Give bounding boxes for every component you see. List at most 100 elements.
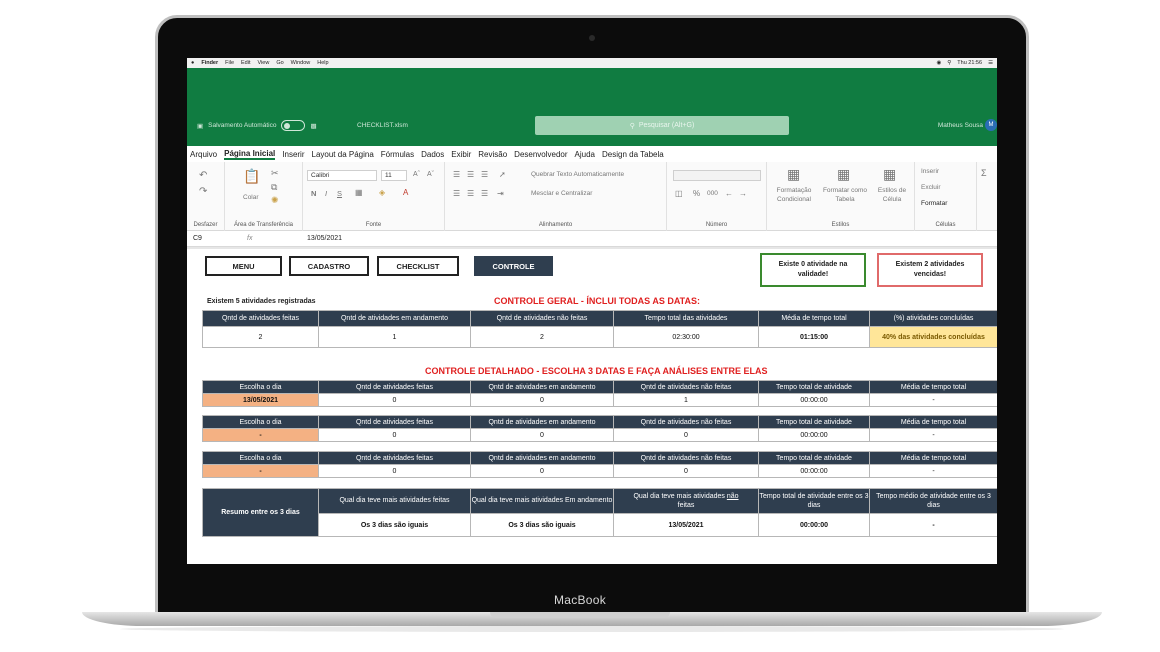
copy-icon[interactable]: ⧉ bbox=[271, 182, 277, 193]
tab-pagina-inicial[interactable]: Página Inicial bbox=[224, 149, 276, 160]
table-cell[interactable]: 00:00:00 bbox=[758, 393, 870, 407]
name-box[interactable]: C9 bbox=[187, 235, 247, 242]
summary-value-most-progress[interactable]: Os 3 dias são iguais bbox=[470, 513, 614, 537]
format-table-icon[interactable]: ▦ bbox=[837, 166, 850, 183]
tab-ajuda[interactable]: Ajuda bbox=[575, 150, 595, 159]
save-icon[interactable]: ▣ bbox=[197, 122, 203, 130]
percent-icon[interactable]: % bbox=[693, 189, 700, 198]
table-cell[interactable]: 00:00:00 bbox=[758, 464, 870, 478]
tab-design-tabela[interactable]: Design da Tabela bbox=[602, 150, 664, 159]
avatar[interactable]: M bbox=[985, 119, 997, 131]
comma-style-icon[interactable]: 000 bbox=[707, 190, 718, 197]
align-top-icon[interactable]: ☰ bbox=[453, 170, 460, 179]
align-middle-icon[interactable]: ☰ bbox=[467, 170, 474, 179]
align-right-icon[interactable]: ☰ bbox=[481, 189, 488, 198]
menubar-item-help[interactable]: Help bbox=[317, 60, 328, 66]
align-left-icon[interactable]: ☰ bbox=[453, 189, 460, 198]
cell-styles-icon[interactable]: ▦ bbox=[883, 166, 896, 183]
tab-inserir[interactable]: Inserir bbox=[282, 150, 304, 159]
currency-icon[interactable]: ◫ bbox=[675, 189, 683, 198]
search-input[interactable]: ⚲ Pesquisar (Alt+G) bbox=[535, 116, 789, 135]
fx-icon[interactable]: fx bbox=[247, 235, 307, 242]
table-cell[interactable]: 0 bbox=[470, 428, 614, 442]
apple-icon[interactable]: ● bbox=[191, 60, 194, 66]
general-value-done[interactable]: 2 bbox=[202, 326, 319, 348]
search-menubar-icon[interactable]: ⚲ bbox=[947, 60, 951, 66]
font-size-select[interactable]: 11 bbox=[381, 170, 407, 181]
format-cells-button[interactable]: Formatar bbox=[921, 200, 947, 207]
number-format-select[interactable] bbox=[673, 170, 761, 181]
increase-decimal-icon[interactable]: ← bbox=[725, 189, 733, 198]
general-value-total-time[interactable]: 02:30:00 bbox=[613, 326, 759, 348]
table-cell[interactable]: 0 bbox=[613, 464, 759, 478]
table-cell[interactable]: 0 bbox=[318, 464, 471, 478]
summary-value-avg-time[interactable]: - bbox=[869, 513, 997, 537]
general-value-percent[interactable]: 40% das atividades concluídas bbox=[869, 326, 997, 348]
summary-value-most-done[interactable]: Os 3 dias são iguais bbox=[318, 513, 471, 537]
table-cell[interactable]: 00:00:00 bbox=[758, 428, 870, 442]
menubar-item-go[interactable]: Go bbox=[276, 60, 283, 66]
checklist-button[interactable]: CHECKLIST bbox=[377, 256, 459, 276]
general-value-not-done[interactable]: 2 bbox=[470, 326, 614, 348]
table-cell[interactable]: 0 bbox=[470, 464, 614, 478]
tab-exibir[interactable]: Exibir bbox=[451, 150, 471, 159]
format-table-button[interactable]: Formatar como Tabela bbox=[819, 186, 871, 204]
table-cell[interactable]: 0 bbox=[613, 428, 759, 442]
merge-center-button[interactable]: Mesclar e Centralizar bbox=[531, 190, 592, 197]
tab-arquivo[interactable]: Arquivo bbox=[190, 150, 217, 159]
indent-icon[interactable]: ⇥ bbox=[497, 189, 504, 198]
orientation-icon[interactable]: ➚ bbox=[499, 170, 506, 179]
insert-cells-button[interactable]: Inserir bbox=[921, 168, 939, 175]
tab-formulas[interactable]: Fórmulas bbox=[381, 150, 414, 159]
wifi-icon[interactable]: ◉ bbox=[936, 60, 941, 66]
tab-dados[interactable]: Dados bbox=[421, 150, 444, 159]
summary-value-most-not-done[interactable]: 13/05/2021 bbox=[613, 513, 759, 537]
disk-save-icon[interactable]: ▩ bbox=[310, 122, 316, 130]
user-name[interactable]: Matheus Sousa bbox=[938, 122, 983, 129]
cell-styles-button[interactable]: Estilos de Célula bbox=[871, 186, 913, 204]
font-color-icon[interactable]: A bbox=[403, 188, 408, 197]
autosave-toggle[interactable] bbox=[281, 120, 306, 131]
day-select-2[interactable]: - bbox=[202, 428, 319, 442]
shrink-font-icon[interactable]: Aˇ bbox=[427, 171, 434, 178]
table-cell[interactable]: - bbox=[869, 428, 997, 442]
table-cell[interactable]: 0 bbox=[470, 393, 614, 407]
control-center-icon[interactable]: ☰ bbox=[988, 60, 993, 66]
menubar-item-file[interactable]: File bbox=[225, 60, 234, 66]
tab-desenvolvedor[interactable]: Desenvolvedor bbox=[514, 150, 567, 159]
conditional-format-icon[interactable]: ▦ bbox=[787, 166, 800, 183]
general-value-avg-time[interactable]: 01:15:00 bbox=[758, 326, 870, 348]
table-cell[interactable]: - bbox=[869, 464, 997, 478]
menubar-item-edit[interactable]: Edit bbox=[241, 60, 250, 66]
file-name[interactable]: CHECKLIST.xlsm bbox=[357, 122, 408, 129]
grow-font-icon[interactable]: Aˆ bbox=[413, 171, 420, 178]
formula-input[interactable]: 13/05/2021 bbox=[307, 235, 342, 242]
menubar-item-finder[interactable]: Finder bbox=[201, 60, 218, 66]
undo-icon[interactable]: ↶ bbox=[199, 170, 207, 181]
underline-button[interactable]: S bbox=[337, 189, 342, 198]
table-cell[interactable]: - bbox=[869, 393, 997, 407]
day-select-1[interactable]: 13/05/2021 bbox=[202, 393, 319, 407]
fill-color-icon[interactable]: ◈ bbox=[379, 188, 385, 197]
align-bottom-icon[interactable]: ☰ bbox=[481, 170, 488, 179]
decrease-decimal-icon[interactable]: → bbox=[739, 189, 747, 198]
align-center-icon[interactable]: ☰ bbox=[467, 189, 474, 198]
tab-revisao[interactable]: Revisão bbox=[478, 150, 507, 159]
cut-icon[interactable]: ✂ bbox=[271, 168, 279, 179]
menubar-item-view[interactable]: View bbox=[258, 60, 270, 66]
menu-button[interactable]: MENU bbox=[205, 256, 282, 276]
bold-button[interactable]: N bbox=[311, 189, 316, 198]
redo-icon[interactable]: ↷ bbox=[199, 186, 207, 197]
menubar-item-window[interactable]: Window bbox=[291, 60, 311, 66]
cadastro-button[interactable]: CADASTRO bbox=[289, 256, 369, 276]
clock[interactable]: Thu 21:56 bbox=[957, 60, 982, 66]
summary-value-total-time[interactable]: 00:00:00 bbox=[758, 513, 870, 537]
table-cell[interactable]: 0 bbox=[318, 428, 471, 442]
tab-layout[interactable]: Layout da Página bbox=[312, 150, 374, 159]
autosum-icon[interactable]: Σ bbox=[981, 168, 987, 178]
italic-button[interactable]: I bbox=[325, 189, 327, 198]
table-cell[interactable]: 1 bbox=[613, 393, 759, 407]
font-name-select[interactable]: Calibri bbox=[307, 170, 377, 181]
conditional-format-button[interactable]: Formatação Condicional bbox=[769, 186, 819, 204]
delete-cells-button[interactable]: Excluir bbox=[921, 184, 941, 191]
